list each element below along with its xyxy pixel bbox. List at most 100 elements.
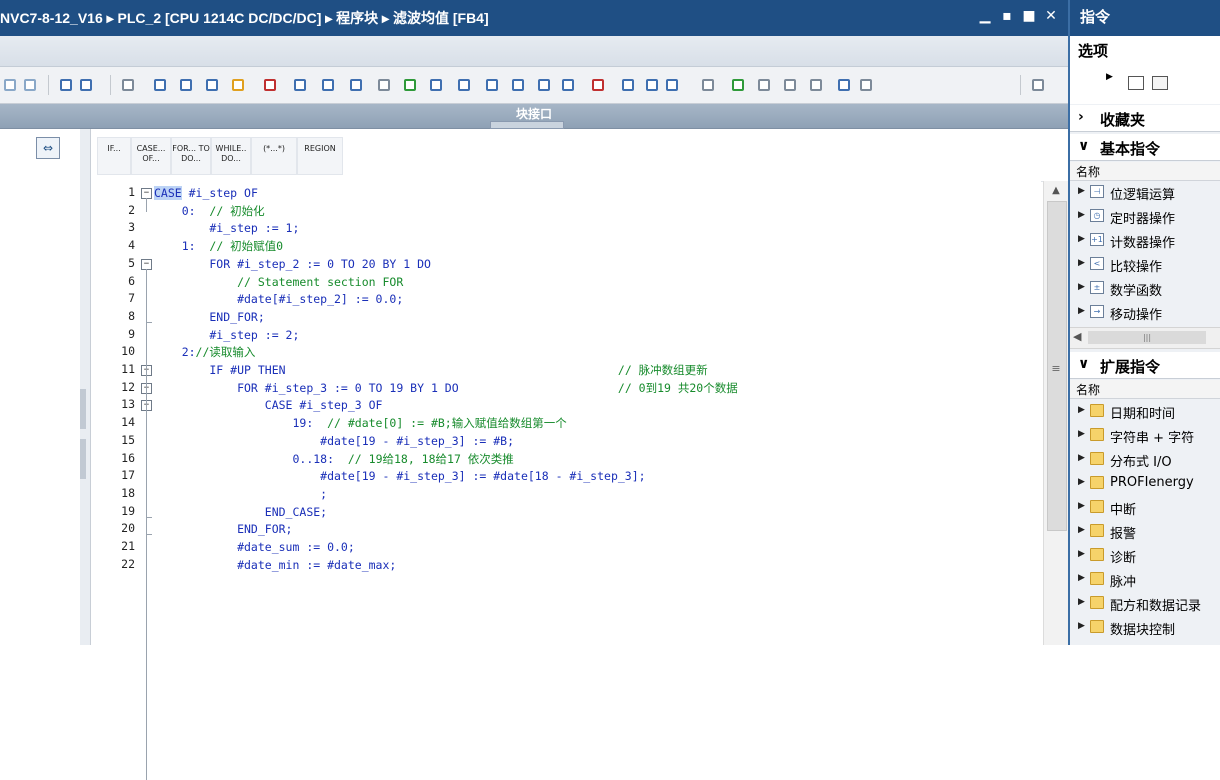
extended-instruction-item[interactable]: ▶ 报警 — [1070, 520, 1220, 543]
code-line[interactable]: IF #UP THEN // 脉冲数组更新 — [154, 362, 707, 378]
minimize-icon[interactable]: ▁ — [976, 7, 994, 25]
case-snippet-button[interactable]: CASE... OF... — [131, 137, 171, 175]
restore-icon[interactable]: ▪ — [998, 7, 1016, 25]
expand-triangle-icon[interactable]: ▶ — [1078, 186, 1085, 196]
splitter-arrow-icon[interactable] — [80, 389, 86, 429]
basic-horizontal-scrollbar[interactable]: ◀ ||| — [1070, 327, 1220, 349]
toolbar-icon[interactable] — [1030, 76, 1048, 94]
code-line[interactable]: 0: // 初始化 — [154, 203, 265, 219]
collapse-panel-icon[interactable]: ⇔ — [36, 137, 60, 159]
toolbar-icon[interactable] — [2, 76, 20, 94]
view-toggle-icon[interactable] — [1128, 76, 1144, 90]
expand-triangle-icon[interactable]: ▶ — [1078, 477, 1085, 487]
for-snippet-button[interactable]: FOR... TO DO... — [171, 137, 211, 175]
toolbar-icon[interactable] — [756, 76, 774, 94]
extended-instruction-item[interactable]: ▶ 中断 — [1070, 496, 1220, 519]
extended-instruction-item[interactable]: ▶ 字符串 + 字符 — [1070, 424, 1220, 447]
close-icon[interactable]: ✕ — [1042, 7, 1060, 25]
toolbar-icon[interactable] — [178, 76, 196, 94]
basic-instruction-item[interactable]: ▶ → 移动操作 — [1070, 301, 1220, 324]
expand-triangle-icon[interactable]: ▶ — [1078, 525, 1085, 535]
code-line[interactable]: CASE #i_step OF — [154, 185, 258, 201]
grid-view-icon[interactable] — [1152, 76, 1168, 90]
toolbar-icon[interactable] — [230, 76, 248, 94]
splitter-arrow-icon[interactable] — [80, 439, 86, 479]
code-line[interactable]: END_FOR; — [154, 309, 264, 325]
toolbar-icon[interactable] — [700, 76, 718, 94]
expand-triangle-icon[interactable]: ▶ — [1078, 405, 1085, 415]
basic-instruction-item[interactable]: ▶ ± 数学函数 — [1070, 277, 1220, 300]
extended-instruction-item[interactable]: ▶ 日期和时间 — [1070, 400, 1220, 423]
basic-instructions-header[interactable]: ∨ 基本指令 — [1070, 134, 1220, 161]
maximize-icon[interactable]: ■ — [1020, 7, 1038, 25]
extended-instruction-item[interactable]: ▶ 脉冲 — [1070, 568, 1220, 591]
toolbar-icon[interactable] — [730, 76, 748, 94]
code-line[interactable]: #date[19 - #i_step_3] := #date[18 - #i_s… — [154, 468, 645, 484]
code-line[interactable]: ; — [154, 486, 327, 502]
expand-triangle-icon[interactable]: ▶ — [1078, 258, 1085, 268]
basic-instruction-item[interactable]: ▶ ⊣ 位逻辑运算 — [1070, 181, 1220, 204]
toolbar-icon[interactable] — [120, 76, 138, 94]
code-line[interactable]: // Statement section FOR — [154, 274, 403, 290]
while-snippet-button[interactable]: WHILE.. DO... — [211, 137, 251, 175]
toolbar-icon[interactable] — [428, 76, 446, 94]
toolbar-icon[interactable] — [78, 76, 96, 94]
expand-triangle-icon[interactable]: ▶ — [1078, 234, 1085, 244]
toolbar-icon[interactable] — [560, 76, 578, 94]
code-line[interactable]: END_CASE; — [154, 504, 327, 520]
expand-triangle-icon[interactable]: ▶ — [1078, 210, 1085, 220]
extended-instruction-item[interactable]: ▶ 数据块控制 — [1070, 616, 1220, 639]
favorites-header[interactable]: › 收藏夹 — [1070, 105, 1220, 132]
toolbar-icon[interactable] — [644, 76, 662, 94]
toolbar-icon[interactable] — [348, 76, 366, 94]
expand-triangle-icon[interactable]: ▶ — [1078, 453, 1085, 463]
toolbar-icon[interactable] — [456, 76, 474, 94]
extended-instruction-item[interactable]: ▶ 分布式 I/O — [1070, 448, 1220, 471]
toolbar-icon[interactable] — [664, 76, 682, 94]
expand-triangle-icon[interactable]: ▶ — [1078, 282, 1085, 292]
basic-instruction-item[interactable]: ▶ ◷ 定时器操作 — [1070, 205, 1220, 228]
code-line[interactable]: FOR #i_step_2 := 0 TO 20 BY 1 DO — [154, 256, 431, 272]
toolbar-icon[interactable] — [22, 76, 40, 94]
code-line[interactable]: 0..18: // 19给18, 18给17 依次类推 — [154, 451, 513, 467]
toolbar-icon[interactable] — [782, 76, 800, 94]
toolbar-icon[interactable] — [152, 76, 170, 94]
toolbar-icon[interactable] — [808, 76, 826, 94]
toolbar-icon[interactable] — [204, 76, 222, 94]
splitter-grip[interactable] — [490, 121, 564, 129]
code-line[interactable]: FOR #i_step_3 := 0 TO 19 BY 1 DO // 0到19… — [154, 380, 738, 396]
basic-instruction-item[interactable]: ▶ +1 计数器操作 — [1070, 229, 1220, 252]
comment-snippet-button[interactable]: (*...*) — [251, 137, 297, 175]
code-vertical-scrollbar[interactable]: ▲ ≡ — [1043, 181, 1069, 645]
basic-instruction-item[interactable]: ▶ < 比较操作 — [1070, 253, 1220, 276]
scroll-up-icon[interactable]: ▲ — [1048, 185, 1064, 199]
if-snippet-button[interactable]: IF... — [97, 137, 131, 175]
expand-triangle-icon[interactable]: ▶ — [1078, 621, 1085, 631]
toolbar-icon[interactable] — [262, 76, 280, 94]
expand-triangle-icon[interactable]: ▶ — [1078, 597, 1085, 607]
expand-triangle-icon[interactable]: ▶ — [1078, 549, 1085, 559]
code-line[interactable]: #date_sum := 0.0; — [154, 539, 355, 555]
toolbar-icon[interactable] — [292, 76, 310, 94]
code-line[interactable]: 1: // 初始赋值0 — [154, 238, 283, 254]
toolbar-icon[interactable] — [836, 76, 854, 94]
code-line[interactable]: #i_step := 1; — [154, 220, 299, 236]
expand-triangle-icon[interactable]: ▶ — [1078, 306, 1085, 316]
code-line[interactable]: END_FOR; — [154, 521, 292, 537]
block-interface-bar[interactable]: 块接口 — [0, 104, 1068, 129]
code-line[interactable]: #date_min := #date_max; — [154, 557, 396, 573]
expand-triangle-icon[interactable]: ▶ — [1078, 501, 1085, 511]
extended-instruction-item[interactable]: ▶ 诊断 — [1070, 544, 1220, 567]
extended-instructions-header[interactable]: ∨ 扩展指令 — [1070, 352, 1220, 379]
toolbar-icon[interactable] — [590, 76, 608, 94]
toolbar-icon[interactable] — [376, 76, 394, 94]
code-line[interactable]: 19: // #date[0] := #B;输入赋值给数组第一个 — [154, 415, 566, 431]
hscroll-thumb[interactable]: ||| — [1088, 331, 1206, 344]
extended-instruction-item[interactable]: ▶ PROFIenergy — [1070, 472, 1220, 495]
toolbar-icon[interactable] — [536, 76, 554, 94]
code-line[interactable]: CASE #i_step_3 OF — [154, 397, 383, 413]
toolbar-icon[interactable] — [58, 76, 76, 94]
toolbar-icon[interactable] — [320, 76, 338, 94]
expand-triangle-icon[interactable]: ▶ — [1078, 429, 1085, 439]
panel-splitter[interactable] — [80, 129, 91, 645]
